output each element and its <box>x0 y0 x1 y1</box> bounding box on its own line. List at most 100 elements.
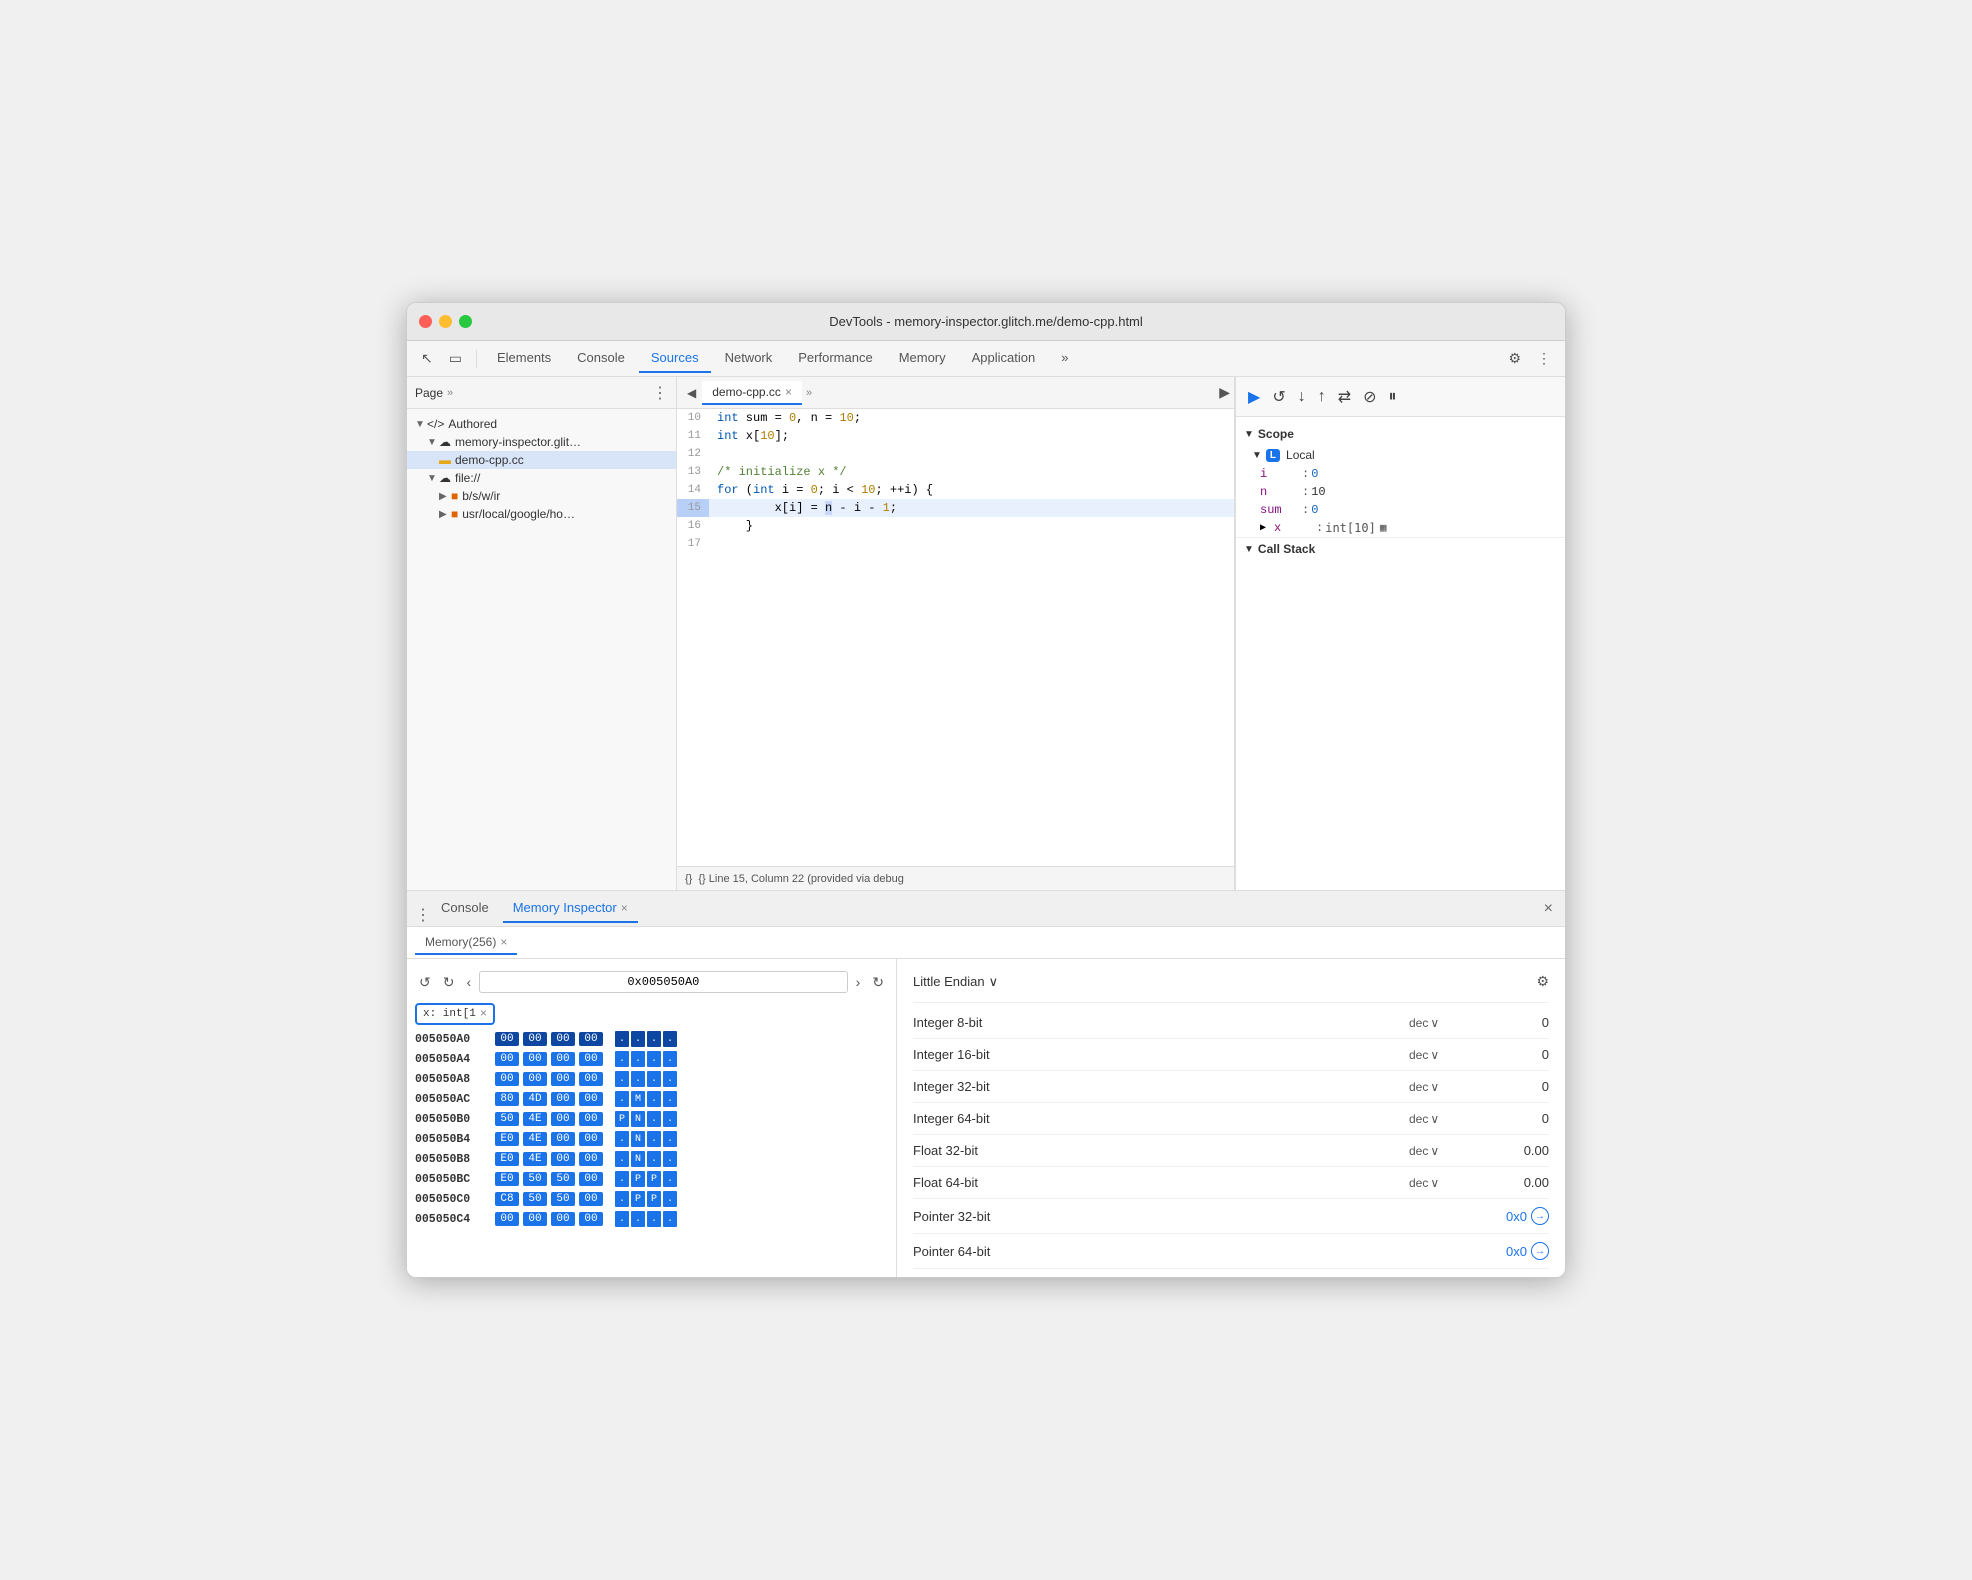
hex-byte: 4D <box>523 1092 547 1106</box>
hex-byte: 50 <box>551 1192 575 1206</box>
hex-byte: 00 <box>495 1052 519 1066</box>
tree-item-usr[interactable]: ▶ ■ usr/local/google/ho… <box>407 505 676 523</box>
memory-chip-icon[interactable]: ▦ <box>1380 521 1387 535</box>
step-into-button[interactable]: ↓ <box>1294 384 1310 410</box>
tree-item-bsw[interactable]: ▶ ■ b/s/w/ir <box>407 487 676 505</box>
pointer-navigate-icon[interactable]: → <box>1531 1207 1549 1225</box>
data-format-int16[interactable]: dec ∨ <box>1409 1048 1469 1062</box>
memory-back-button[interactable]: ↺ <box>415 972 435 993</box>
hex-byte: 00 <box>551 1092 575 1106</box>
step-out-button[interactable]: ↑ <box>1314 384 1330 410</box>
data-format-int8[interactable]: dec ∨ <box>1409 1016 1469 1030</box>
memory-prev-button[interactable]: ‹ <box>462 972 475 992</box>
hex-char: P <box>631 1191 645 1207</box>
data-format-float32[interactable]: dec ∨ <box>1409 1144 1469 1158</box>
cursor-icon[interactable]: ↖ <box>415 346 439 371</box>
memory-256-close-icon[interactable]: × <box>500 935 507 949</box>
hex-byte: 00 <box>495 1032 519 1046</box>
pointer-value-ptr32[interactable]: 0x0 → <box>1506 1207 1549 1225</box>
page-more-icon[interactable]: » <box>447 387 453 399</box>
window-controls[interactable] <box>419 315 472 328</box>
memory-next-button[interactable]: › <box>852 972 865 992</box>
settings-icon[interactable]: ⚙ <box>1502 346 1527 371</box>
var-chip-close-icon[interactable]: × <box>480 1007 487 1021</box>
tab-console-bottom[interactable]: Console <box>431 894 499 923</box>
tab-more[interactable]: » <box>1049 344 1080 373</box>
hex-bytes: 50 4E 00 00 <box>495 1112 603 1126</box>
code-tab-close-icon[interactable]: × <box>785 385 792 399</box>
resume-button[interactable]: ▶ <box>1244 383 1264 411</box>
tree-item-demo-cpp[interactable]: ▬ demo-cpp.cc <box>407 451 676 469</box>
memory-inspector-tab-close-icon[interactable]: × <box>621 901 628 915</box>
panel-options-button[interactable]: ⋮ <box>652 383 668 403</box>
tree-item-cloud1[interactable]: ▼ ☁ memory-inspector.glit… <box>407 433 676 451</box>
tab-performance[interactable]: Performance <box>786 344 884 373</box>
memory-forward-button[interactable]: ↻ <box>439 972 459 993</box>
data-row-int64: Integer 64-bit dec ∨ 0 <box>913 1103 1549 1135</box>
var-name-n: n <box>1260 485 1300 499</box>
minimize-button[interactable] <box>439 315 452 328</box>
devtools-layout: Page » ⋮ ▼ </> Authored ▼ ☁ memory-inspe… <box>407 377 1565 1277</box>
memory-refresh-button[interactable]: ↻ <box>868 972 888 993</box>
memory-256-tab[interactable]: Memory(256) × <box>415 931 517 955</box>
data-format-int32[interactable]: dec ∨ <box>1409 1080 1469 1094</box>
hex-char: . <box>647 1071 661 1087</box>
toolbar-right: ⚙ ⋮ <box>1502 346 1557 371</box>
pointer-navigate-icon[interactable]: → <box>1531 1242 1549 1260</box>
local-scope-header[interactable]: ▼ L Local <box>1236 445 1565 465</box>
memory-address-input[interactable] <box>479 971 847 993</box>
tab-elements[interactable]: Elements <box>485 344 563 373</box>
scope-var-sum: sum : 0 <box>1236 501 1565 519</box>
code-tab-demo-cpp[interactable]: demo-cpp.cc × <box>702 381 802 405</box>
pointer-value-ptr64[interactable]: 0x0 → <box>1506 1242 1549 1260</box>
pause-button[interactable]: ⏸ <box>1385 384 1401 410</box>
data-row-int16: Integer 16-bit dec ∨ 0 <box>913 1039 1549 1071</box>
hex-char: . <box>663 1051 677 1067</box>
line-number: 10 <box>677 409 709 427</box>
hex-char: . <box>615 1131 629 1147</box>
code-tabs-more-icon[interactable]: » <box>802 387 816 399</box>
close-button[interactable] <box>419 315 432 328</box>
maximize-button[interactable] <box>459 315 472 328</box>
scope-var-x[interactable]: ▶ x : int[10] ▦ <box>1236 519 1565 537</box>
memory-inspector-tab-label: Memory Inspector <box>513 900 617 915</box>
hex-address: 005050A0 <box>415 1033 487 1046</box>
data-format-int64[interactable]: dec ∨ <box>1409 1112 1469 1126</box>
code-editor: ◀ demo-cpp.cc × » ▶ 10 int sum = 0, n = … <box>677 377 1235 890</box>
run-script-icon[interactable]: ▶ <box>1219 384 1230 401</box>
code-tabs: ◀ demo-cpp.cc × » ▶ <box>677 377 1234 409</box>
step-back-button[interactable]: ⇄ <box>1334 383 1355 411</box>
tab-memory[interactable]: Memory <box>887 344 958 373</box>
data-row-ptr32: Pointer 32-bit 0x0 → <box>913 1199 1549 1234</box>
code-line-17: 17 <box>677 535 1234 553</box>
data-format-float64[interactable]: dec ∨ <box>1409 1176 1469 1190</box>
tab-application[interactable]: Application <box>960 344 1048 373</box>
more-menu-icon[interactable]: ⋮ <box>1531 346 1557 371</box>
call-stack-header[interactable]: ▼ Call Stack <box>1236 537 1565 560</box>
tab-network[interactable]: Network <box>713 344 785 373</box>
inspect-icon[interactable]: ▭ <box>443 346 468 371</box>
hex-bytes: C8 50 50 00 <box>495 1192 603 1206</box>
debug-toolbar: ▶ ↺ ↓ ↑ ⇄ ⊘ ⏸ <box>1236 377 1565 417</box>
format-value-int8: dec <box>1409 1016 1428 1030</box>
previous-file-icon[interactable]: ◀ <box>681 382 702 404</box>
tree-item-file[interactable]: ▼ ☁ file:// <box>407 469 676 487</box>
endian-selector[interactable]: Little Endian ∨ <box>913 974 998 990</box>
hex-byte: 00 <box>551 1072 575 1086</box>
code-line-10: 10 int sum = 0, n = 10; <box>677 409 1234 427</box>
tab-console[interactable]: Console <box>565 344 637 373</box>
callstack-expand-icon: ▼ <box>1244 544 1254 555</box>
hex-ascii: . M . . <box>615 1091 677 1107</box>
tab-sources[interactable]: Sources <box>639 344 711 373</box>
tree-item-authored[interactable]: ▼ </> Authored <box>407 415 676 433</box>
endian-header: Little Endian ∨ ⚙ <box>913 967 1549 1003</box>
step-over-button[interactable]: ↺ <box>1268 383 1289 411</box>
scope-header[interactable]: ▼ Scope <box>1236 423 1565 445</box>
deactivate-button[interactable]: ⊘ <box>1359 383 1380 411</box>
close-bottom-panel-button[interactable]: × <box>1540 900 1557 918</box>
data-inspector-settings-button[interactable]: ⚙ <box>1536 973 1549 990</box>
tab-memory-inspector[interactable]: Memory Inspector × <box>503 894 638 923</box>
endian-label: Little Endian <box>913 974 985 989</box>
hex-char: . <box>663 1171 677 1187</box>
bottom-panel-more-icon[interactable]: ⋮ <box>415 905 423 913</box>
